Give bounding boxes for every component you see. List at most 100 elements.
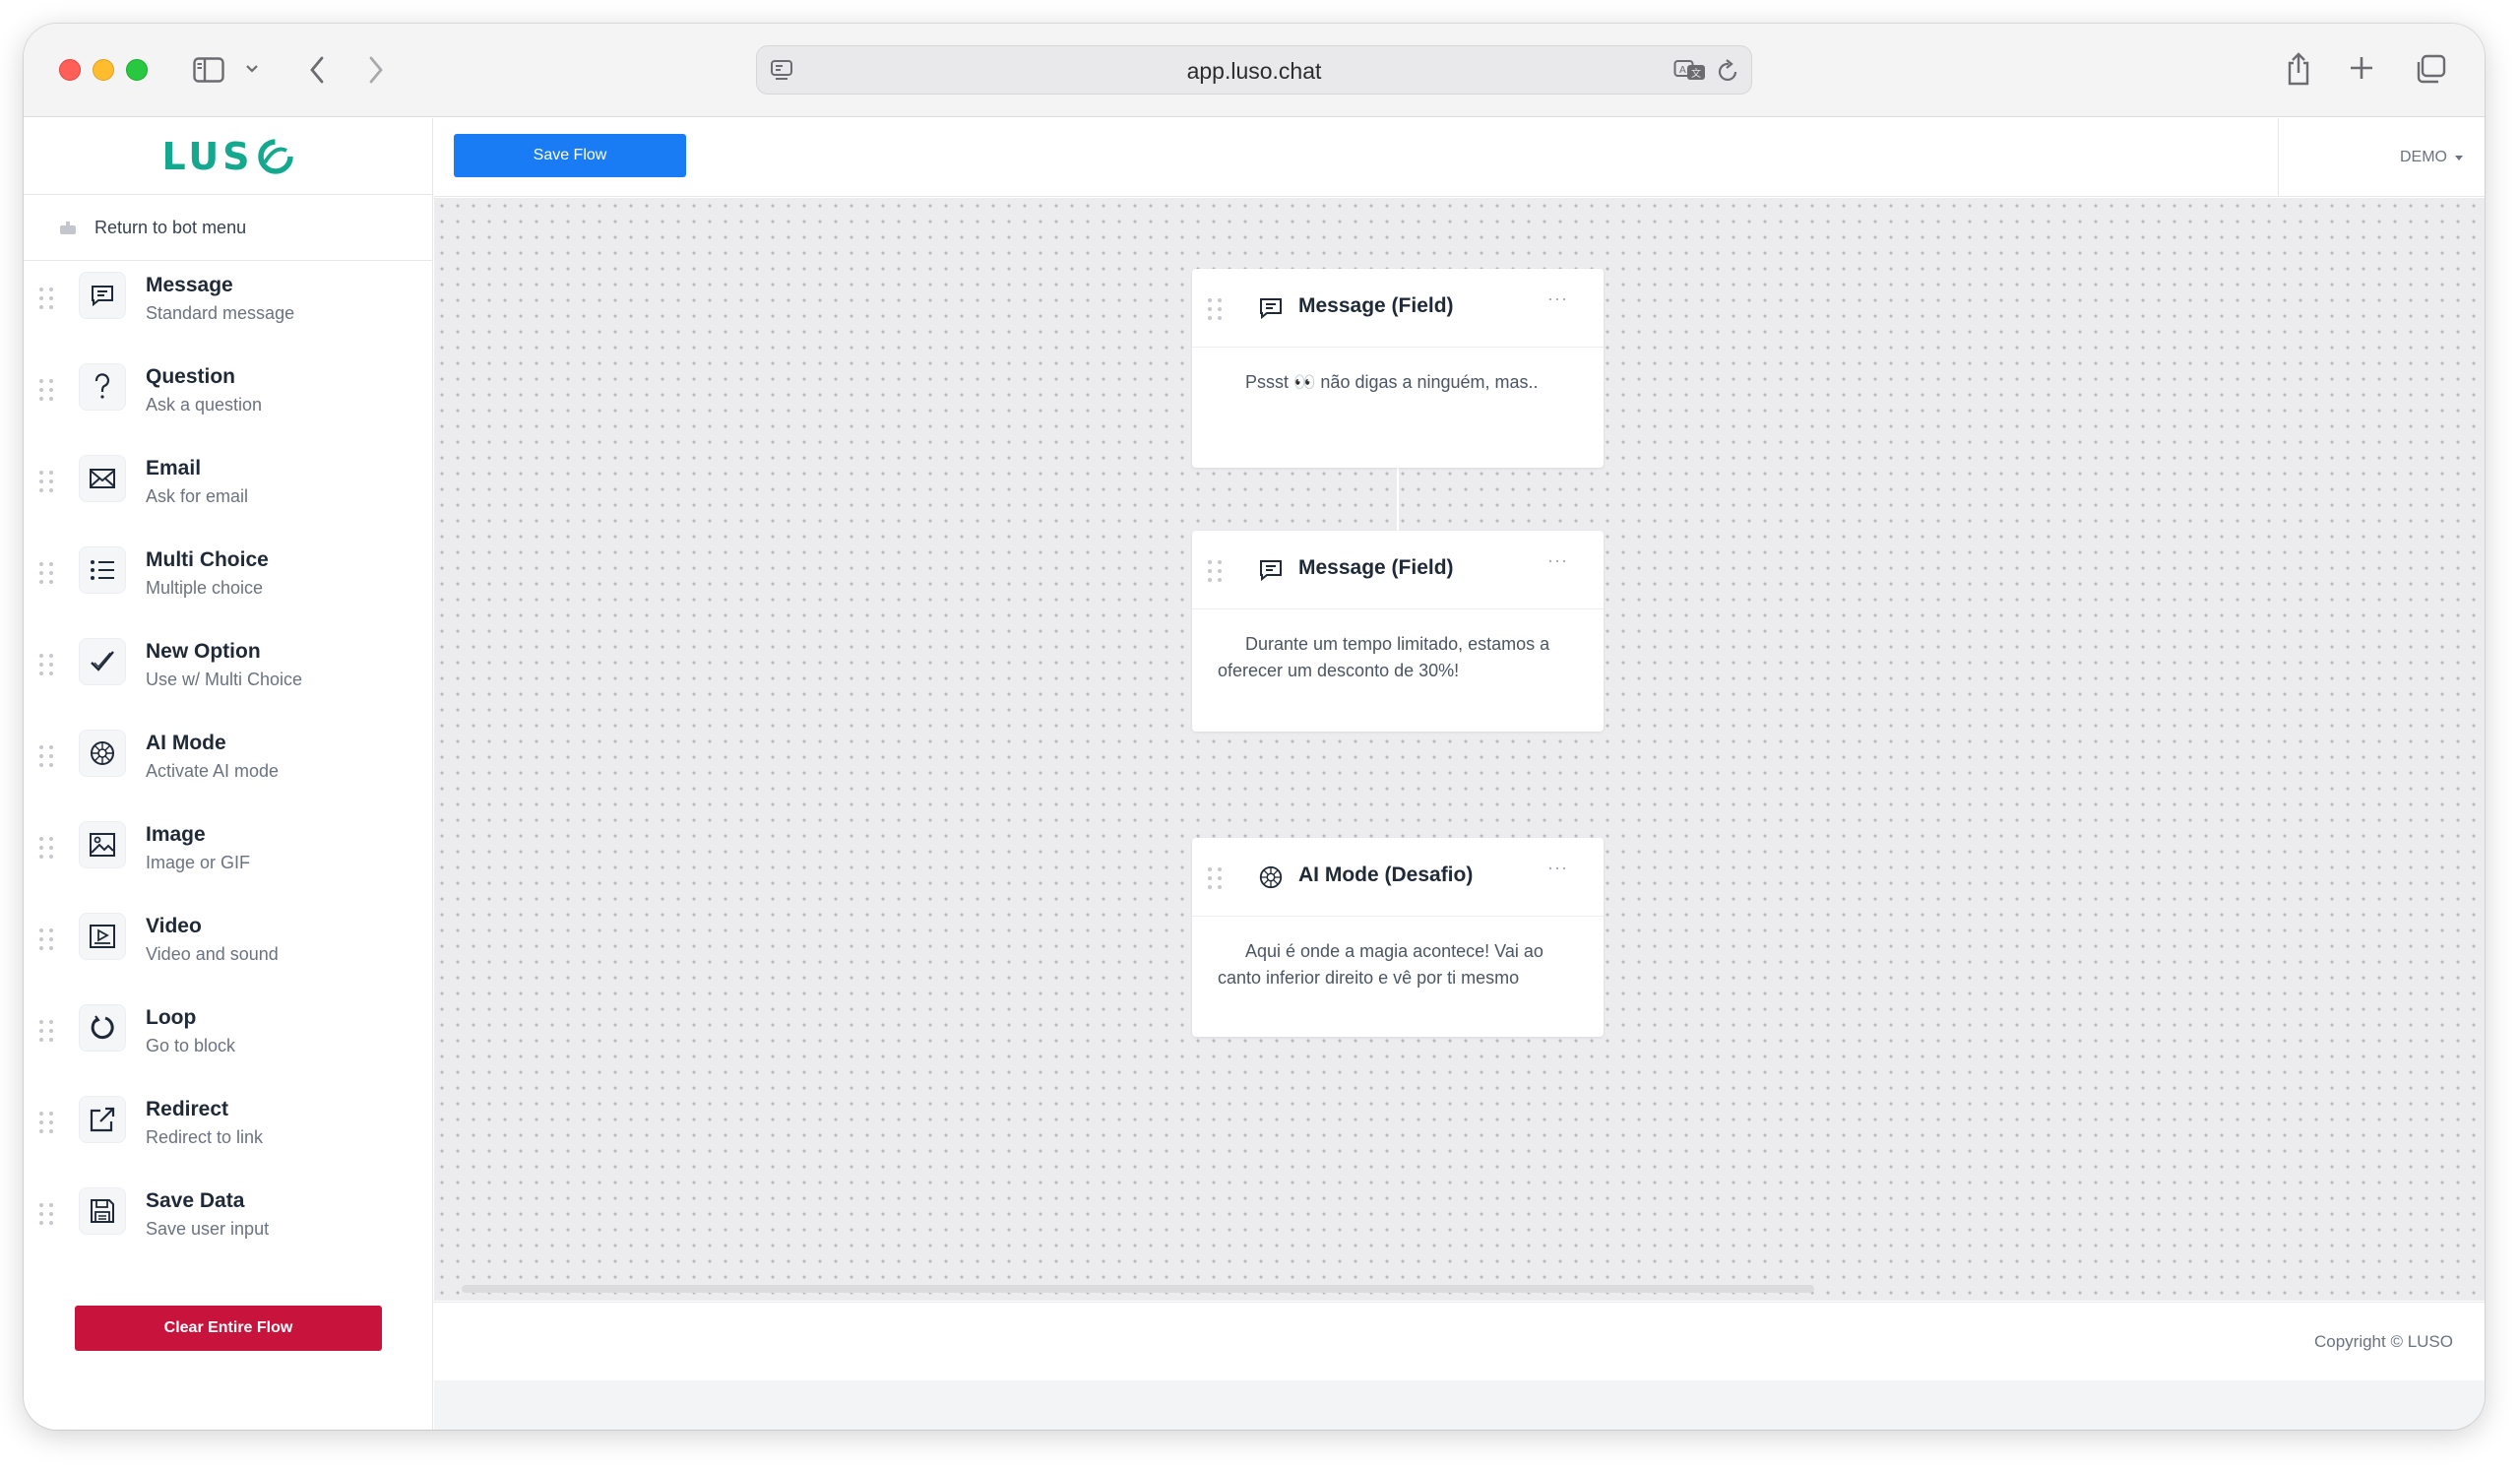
block-title: Redirect [146,1098,229,1120]
block-item-video[interactable]: Video Video and sound [24,903,433,991]
drag-handle-icon[interactable] [39,379,54,401]
translate-icon[interactable]: A文 [1672,58,1708,82]
close-window-button[interactable] [59,59,81,81]
flow-canvas[interactable]: Message (Field) ··· Pssst 👀 não digas a … [434,198,2485,1301]
share-icon[interactable] [2284,49,2313,89]
image-icon [79,821,126,868]
drag-handle-icon[interactable] [39,928,54,950]
node-header: Message (Field) ··· [1192,531,1604,609]
block-item-multi-choice[interactable]: Multi Choice Multiple choice [24,537,433,625]
node-text: Aqui é onde a magia acontece! Vai ao can… [1218,941,1544,988]
node-connector [1397,468,1399,531]
minimize-window-button[interactable] [93,59,114,81]
drag-handle-icon[interactable] [1208,560,1223,582]
block-item-image[interactable]: Image Image or GIF [24,811,433,900]
drag-handle-icon[interactable] [39,745,54,767]
address-bar[interactable]: app.luso.chat A文 [756,45,1752,95]
drag-handle-icon[interactable] [39,471,54,492]
drag-handle-icon[interactable] [1208,867,1223,889]
block-title: AI Mode [146,732,226,754]
block-item-question[interactable]: Question Ask a question [24,353,433,442]
flow-node-message-1[interactable]: Message (Field) ··· Pssst 👀 não digas a … [1192,269,1604,468]
caret-down-icon [2455,155,2463,160]
drag-handle-icon[interactable] [39,837,54,859]
back-arrow-icon[interactable] [305,53,329,87]
logo-area: LUS [24,118,433,195]
block-item-save-data[interactable]: Save Data Save user input [24,1178,433,1266]
block-item-loop[interactable]: Loop Go to block [24,994,433,1083]
block-item-message[interactable]: Message Standard message [24,262,433,351]
account-label: DEMO [2400,149,2447,165]
email-icon [79,455,126,502]
sidebar-toggle-icon[interactable] [191,55,226,85]
block-subtitle: Activate AI mode [146,761,280,781]
copyright-text: Copyright © LUSO [2313,1332,2453,1351]
save-flow-button[interactable]: Save Flow [454,134,686,177]
drag-handle-icon[interactable] [39,1112,54,1133]
block-title: Email [146,457,202,479]
node-menu-button[interactable]: ··· [1547,550,1568,571]
drag-handle-icon[interactable] [39,654,54,675]
luso-logo: LUS [161,135,294,178]
clear-entire-flow-button[interactable]: Clear Entire Flow [75,1306,382,1351]
video-icon [79,913,126,960]
message-icon [79,272,126,319]
drag-handle-icon[interactable] [39,562,54,584]
drag-handle-icon[interactable] [39,1203,54,1225]
drag-handle-icon[interactable] [39,288,54,309]
drag-handle-icon[interactable] [39,1020,54,1042]
block-subtitle: Go to block [146,1036,236,1055]
message-icon [1257,294,1285,322]
tab-overview-icon[interactable] [2414,53,2447,85]
block-title: New Option [146,640,261,663]
block-subtitle: Image or GIF [146,853,251,872]
block-title: Save Data [146,1189,245,1212]
browser-toolbar: app.luso.chat A文 [24,24,2485,117]
svg-text:文: 文 [1691,67,1701,80]
app: LUS Return to bot menu Message Standard … [24,118,2485,1430]
account-dropdown[interactable]: DEMO [2278,118,2485,197]
horizontal-scrollbar[interactable] [462,1285,1814,1293]
logo-swirl-icon [257,138,293,174]
bot-icon [60,221,76,234]
block-item-new-option[interactable]: New Option Use w/ Multi Choice [24,628,433,717]
chevron-down-icon[interactable] [244,61,260,77]
question-icon [79,363,126,411]
block-item-ai-mode[interactable]: AI Mode Activate AI mode [24,720,433,808]
block-title: Message [146,274,233,296]
node-menu-button[interactable]: ··· [1547,288,1568,309]
redirect-icon [79,1096,126,1143]
bottom-strip [434,1380,2485,1430]
forward-arrow-icon[interactable] [364,53,388,87]
block-title: Loop [146,1006,197,1029]
new-tab-icon[interactable] [2347,53,2376,83]
drag-handle-icon[interactable] [1208,298,1223,320]
block-title: Multi Choice [146,548,269,571]
maximize-window-button[interactable] [126,59,148,81]
loop-icon [79,1004,126,1052]
node-menu-button[interactable]: ··· [1547,858,1568,878]
block-item-email[interactable]: Email Ask for email [24,445,433,534]
footer: Copyright © LUSO [434,1302,2485,1380]
flow-node-message-2[interactable]: Message (Field) ··· Durante um tempo lim… [1192,531,1604,732]
node-title: Message (Field) [1298,294,1454,317]
block-item-redirect[interactable]: Redirect Redirect to link [24,1086,433,1175]
block-title: Question [146,365,236,388]
block-title: Image [146,823,206,846]
block-subtitle: Redirect to link [146,1127,264,1147]
node-header: AI Mode (Desafio) ··· [1192,838,1604,917]
node-text: Durante um tempo limitado, estamos a ofe… [1218,634,1550,680]
svg-text:A: A [1679,65,1686,76]
block-subtitle: Standard message [146,303,295,323]
block-subtitle: Video and sound [146,944,279,964]
return-to-bot-menu-link[interactable]: Return to bot menu [24,196,433,261]
save-icon [79,1187,126,1235]
sidebar: LUS Return to bot menu Message Standard … [24,118,433,1430]
url-text: app.luso.chat [1186,58,1322,84]
return-label: Return to bot menu [94,218,247,237]
editor-topbar: Save Flow DEMO [434,118,2485,197]
reload-icon[interactable] [1716,58,1741,84]
check-icon [79,638,126,685]
flow-node-ai-mode[interactable]: AI Mode (Desafio) ··· Aqui é onde a magi… [1192,838,1604,1037]
logo-text: LUS [161,134,254,178]
